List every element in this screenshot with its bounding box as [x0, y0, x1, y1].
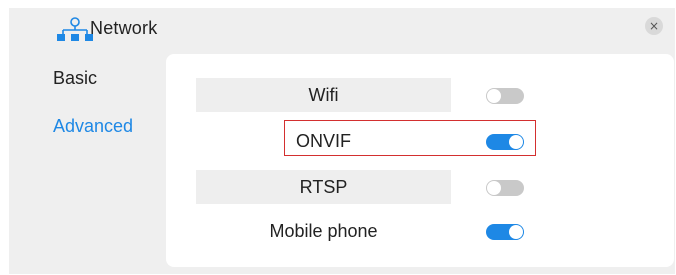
toggle-knob: [487, 181, 501, 195]
setting-label-onvif: ONVIF: [295, 130, 351, 151]
close-icon: ×: [648, 19, 660, 33]
toggle-knob: [509, 135, 523, 149]
page-title: Network: [90, 18, 158, 38]
setting-label-rtsp: RTSP: [196, 170, 451, 204]
toggle-knob: [509, 225, 523, 239]
setting-label-wifi: Wifi: [196, 78, 451, 112]
setting-label-mobile-phone: Mobile phone: [269, 220, 378, 241]
settings-panel: Wifi ONVIF RTSP Mobile phone: [166, 54, 674, 267]
rtsp-toggle[interactable]: [486, 180, 524, 196]
mobile-phone-toggle[interactable]: [486, 224, 524, 240]
onvif-toggle[interactable]: [486, 134, 524, 150]
network-icon: [57, 17, 93, 41]
network-settings-window: Network × Basic Advanced Wifi ONVIF RTSP: [9, 8, 675, 274]
toggle-knob: [487, 89, 501, 103]
window-header: Network ×: [9, 8, 675, 48]
nav-item-advanced[interactable]: Advanced: [53, 116, 133, 137]
wifi-toggle[interactable]: [486, 88, 524, 104]
close-button[interactable]: ×: [645, 17, 663, 35]
nav-item-basic[interactable]: Basic: [53, 68, 97, 89]
